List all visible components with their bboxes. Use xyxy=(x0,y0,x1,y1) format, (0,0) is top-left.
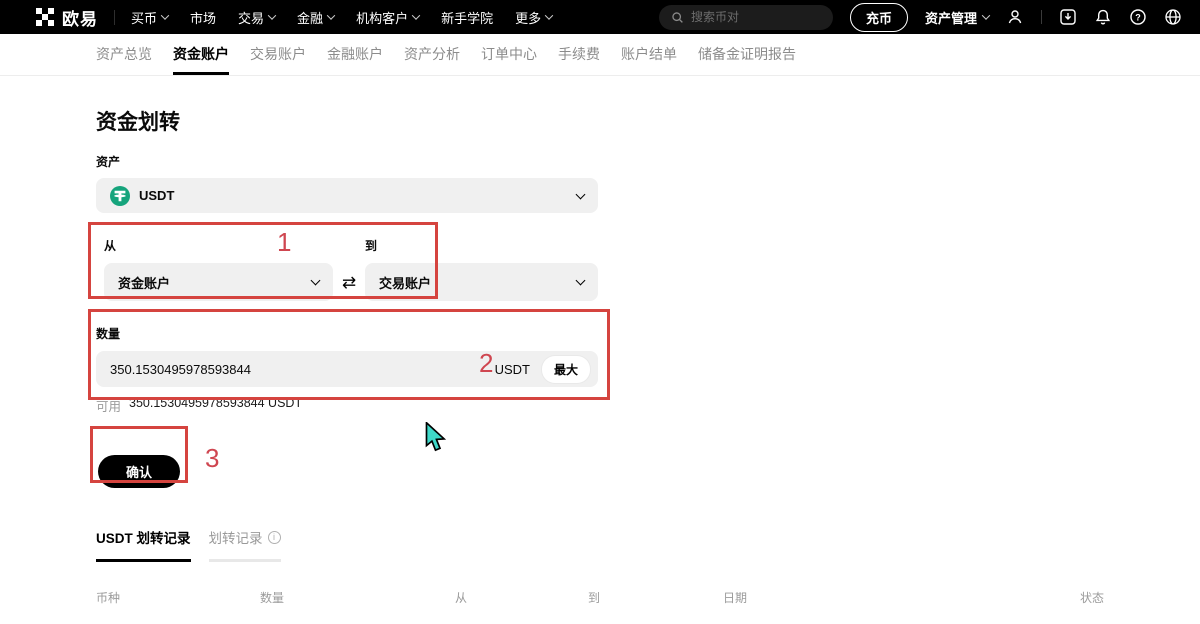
chevron-down-icon xyxy=(311,276,321,286)
help-icon[interactable]: ? xyxy=(1129,8,1147,26)
search-box[interactable] xyxy=(659,5,833,30)
available-balance: 可用 350.1530495978593844 USDT xyxy=(96,396,1104,415)
globe-icon[interactable] xyxy=(1164,8,1182,26)
chevron-down-icon xyxy=(545,11,553,19)
records-table: 币种 数量 从 到 日期状态 USDT 350.15304959 交易账户 资金… xyxy=(96,589,1104,624)
menu-item-trade[interactable]: 交易 xyxy=(238,8,275,27)
search-input[interactable] xyxy=(691,10,811,24)
deposit-button[interactable]: 充币 xyxy=(850,3,908,32)
asset-select[interactable]: USDT xyxy=(96,178,598,213)
chevron-down-icon xyxy=(268,11,276,19)
col-header-to: 到 xyxy=(588,589,723,606)
menu-item-markets[interactable]: 市场 xyxy=(190,8,216,27)
search-icon xyxy=(671,11,684,24)
subtab-asset-overview[interactable]: 资产总览 xyxy=(96,34,152,75)
chevron-down-icon xyxy=(327,11,335,19)
amount-currency: USDT xyxy=(495,362,530,377)
to-label: 到 xyxy=(365,237,598,254)
usdt-icon xyxy=(110,186,130,206)
subtab-finance-account[interactable]: 金融账户 xyxy=(327,34,383,75)
account-subnav: 资产总览 资金账户 交易账户 金融账户 资产分析 订单中心 手续费 账户结单 储… xyxy=(0,34,1200,76)
from-column: 从 资金账户 xyxy=(104,237,333,301)
menu-item-buy[interactable]: 买币 xyxy=(131,8,168,27)
to-column: 到 交易账户 xyxy=(365,237,598,301)
transfer-page: 资金划转 资产 USDT 从 资金账户 ⇄ 到 交易账户 数量 U xyxy=(0,76,1200,624)
records-tabs: USDT 划转记录 划转记录 xyxy=(96,527,1104,562)
info-icon xyxy=(268,531,281,544)
menu-item-institutional[interactable]: 机构客户 xyxy=(356,8,419,27)
brand-name: 欧易 xyxy=(62,5,98,30)
chevron-down-icon xyxy=(576,276,586,286)
asset-label: 资产 xyxy=(96,153,1104,170)
bell-icon[interactable] xyxy=(1094,8,1112,26)
amount-label: 数量 xyxy=(96,325,1104,342)
to-account-value: 交易账户 xyxy=(379,273,577,292)
svg-text:?: ? xyxy=(1135,12,1141,22)
subtab-asset-analysis[interactable]: 资产分析 xyxy=(404,34,460,75)
page-title: 资金划转 xyxy=(96,106,1104,136)
col-header-from: 从 xyxy=(455,589,588,606)
asset-management-menu[interactable]: 资产管理 xyxy=(925,8,989,27)
col-header-status: 日期状态 xyxy=(723,589,1104,606)
col-header-date: 日期 xyxy=(723,589,747,606)
subtab-trading-account[interactable]: 交易账户 xyxy=(250,34,306,75)
chevron-down-icon xyxy=(982,11,990,19)
chevron-down-icon xyxy=(161,11,169,19)
menu-item-finance[interactable]: 金融 xyxy=(297,8,334,27)
menu-item-more[interactable]: 更多 xyxy=(515,8,552,27)
table-header-row: 币种 数量 从 到 日期状态 xyxy=(96,589,1104,606)
to-account-select[interactable]: 交易账户 xyxy=(365,263,598,301)
tab-usdt-transfer-records[interactable]: USDT 划转记录 xyxy=(96,527,191,562)
okx-logo[interactable]: 欧易 xyxy=(36,5,98,30)
subtab-funding-account[interactable]: 资金账户 xyxy=(173,34,229,75)
top-navbar: 欧易 买币 市场 交易 金融 机构客户 新手学院 更多 充币 资产管理 xyxy=(0,0,1200,34)
asset-value: USDT xyxy=(139,188,174,203)
divider xyxy=(114,10,115,25)
tab-all-transfer-records[interactable]: 划转记录 xyxy=(209,527,281,562)
subtab-account-statement[interactable]: 账户结单 xyxy=(621,34,677,75)
swap-direction-icon[interactable]: ⇄ xyxy=(333,264,365,301)
amount-input[interactable] xyxy=(110,362,495,377)
subtab-order-center[interactable]: 订单中心 xyxy=(481,34,537,75)
col-header-amount: 数量 xyxy=(260,589,455,606)
user-icon[interactable] xyxy=(1006,8,1024,26)
subtab-fees[interactable]: 手续费 xyxy=(558,34,600,75)
topnav-right: 充币 资产管理 ? xyxy=(659,3,1182,32)
max-button[interactable]: 最大 xyxy=(542,356,590,383)
from-to-row: 从 资金账户 ⇄ 到 交易账户 xyxy=(96,237,1104,301)
download-icon[interactable] xyxy=(1059,8,1077,26)
okx-logo-icon xyxy=(36,8,54,26)
subtab-proof-of-reserves[interactable]: 储备金证明报告 xyxy=(698,34,796,75)
from-label: 从 xyxy=(104,237,333,254)
available-label: 可用 xyxy=(96,396,121,415)
chevron-down-icon xyxy=(412,11,420,19)
divider xyxy=(1041,10,1042,24)
chevron-down-icon xyxy=(576,189,586,199)
col-header-currency: 币种 xyxy=(96,589,260,606)
main-menu: 买币 市场 交易 金融 机构客户 新手学院 更多 xyxy=(131,8,552,27)
menu-item-academy[interactable]: 新手学院 xyxy=(441,8,493,27)
confirm-button[interactable]: 确认 xyxy=(98,455,180,488)
available-value: 350.1530495978593844 USDT xyxy=(129,396,302,415)
from-account-select[interactable]: 资金账户 xyxy=(104,263,333,301)
from-account-value: 资金账户 xyxy=(118,273,312,292)
amount-field: USDT 最大 xyxy=(96,351,598,387)
